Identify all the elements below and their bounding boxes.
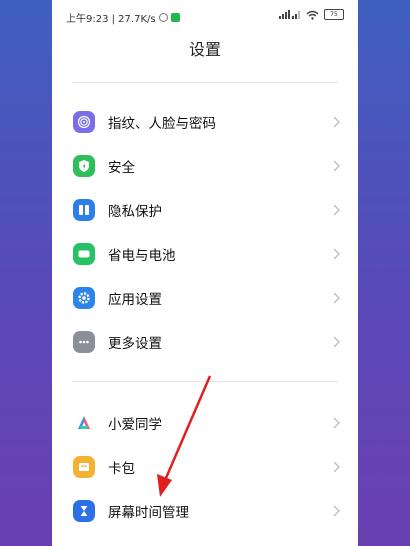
annotation-arrow — [157, 375, 212, 497]
